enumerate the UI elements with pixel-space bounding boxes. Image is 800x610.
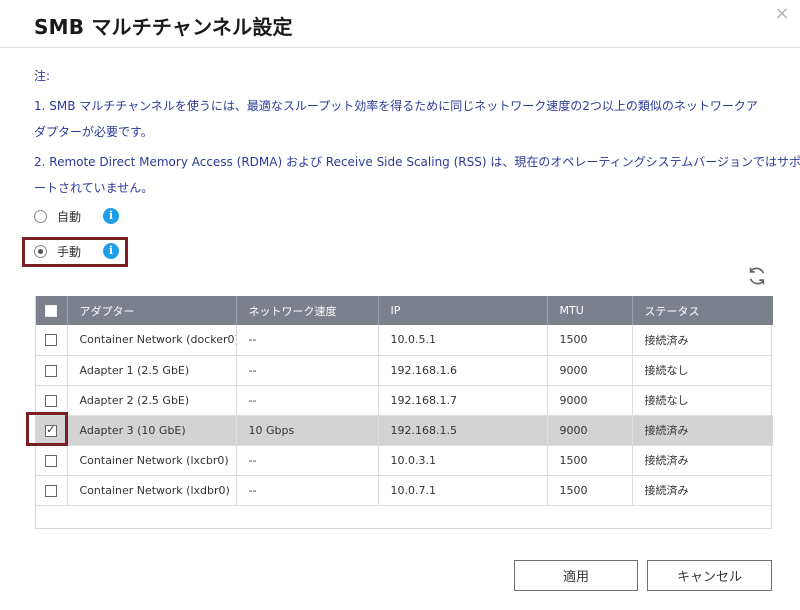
row-checkbox[interactable] xyxy=(45,454,58,467)
column-header-mtu[interactable]: MTU xyxy=(547,296,633,325)
adapter-cell: Adapter 1 (2.5 GbE) xyxy=(67,355,237,385)
note-1-line-2: ダプターが必要です。 xyxy=(34,125,153,139)
dialog-title: SMB マルチチャンネル設定 xyxy=(34,15,293,39)
manual-info-icon[interactable]: i xyxy=(103,243,120,259)
cancel-button[interactable]: キャンセル xyxy=(647,560,772,591)
manual-radio[interactable] xyxy=(34,244,47,258)
mtu-cell: 1500 xyxy=(547,325,633,355)
refresh-icon[interactable] xyxy=(746,265,768,287)
table-header-row: アダプター ネットワーク速度 IP MTU ステータス xyxy=(36,296,773,325)
row-checkbox[interactable] xyxy=(45,394,58,407)
select-all-cell[interactable] xyxy=(36,296,68,325)
column-header-adapter[interactable]: アダプター xyxy=(67,296,237,325)
row-checkbox-cell[interactable] xyxy=(36,475,68,505)
row-checkbox[interactable] xyxy=(45,364,58,377)
mtu-cell: 9000 xyxy=(547,415,633,445)
ip-cell: 192.168.1.6 xyxy=(378,355,548,385)
speed-cell: -- xyxy=(236,445,379,475)
adapter-table-container: アダプター ネットワーク速度 IP MTU ステータス Container Ne… xyxy=(35,296,773,529)
adapter-cell: Container Network (lxcbr0) xyxy=(67,445,237,475)
table-row[interactable]: Container Network (lxdbr0) -- 10.0.7.1 1… xyxy=(36,475,773,505)
mtu-cell: 1500 xyxy=(547,475,633,505)
row-checkbox-cell[interactable] xyxy=(36,355,68,385)
auto-label: 自動 xyxy=(57,209,82,224)
column-header-speed[interactable]: ネットワーク速度 xyxy=(236,296,379,325)
ip-cell: 192.168.1.7 xyxy=(378,385,548,415)
status-cell: 接続済み xyxy=(644,333,689,347)
apply-button[interactable]: 適用 xyxy=(514,560,638,591)
auto-radio[interactable] xyxy=(34,209,47,223)
mtu-cell: 9000 xyxy=(547,385,633,415)
adapter-cell: Adapter 3 (10 GbE) xyxy=(67,415,237,445)
status-cell: 接続済み xyxy=(644,484,689,497)
status-cell: 接続済み xyxy=(644,424,689,437)
row-checkbox[interactable] xyxy=(45,484,58,497)
row-checkbox-cell[interactable] xyxy=(36,325,68,355)
ip-cell: 192.168.1.5 xyxy=(378,415,548,445)
row-checkbox-cell[interactable] xyxy=(36,385,68,415)
table-row[interactable]: Container Network (lxcbr0) -- 10.0.3.1 1… xyxy=(36,445,773,475)
adapter-cell: Container Network (docker0) xyxy=(67,325,237,355)
ip-cell: 10.0.5.1 xyxy=(378,325,548,355)
speed-cell: 10 Gbps xyxy=(236,415,379,445)
table-row-selected[interactable]: Adapter 3 (10 GbE) 10 Gbps 192.168.1.5 9… xyxy=(36,415,773,445)
mode-auto-option[interactable]: 自動 i xyxy=(34,206,120,226)
speed-cell: -- xyxy=(236,355,379,385)
speed-cell: -- xyxy=(236,475,379,505)
ip-cell: 10.0.7.1 xyxy=(378,475,548,505)
adapter-table: アダプター ネットワーク速度 IP MTU ステータス Container Ne… xyxy=(36,296,773,506)
note-2-line-2: ートされていません。 xyxy=(34,181,154,195)
note-heading: 注: xyxy=(34,69,51,83)
ip-cell: 10.0.3.1 xyxy=(378,445,548,475)
checkbox-highlight-frame xyxy=(26,412,68,446)
table-row[interactable]: Adapter 1 (2.5 GbE) -- 192.168.1.6 9000 … xyxy=(36,355,773,385)
column-header-status[interactable]: ステータス xyxy=(632,296,773,325)
mtu-cell: 1500 xyxy=(547,445,633,475)
table-row[interactable]: Container Network (docker0) -- 10.0.5.1 … xyxy=(36,325,773,355)
note-1-line-1: 1. SMB マルチチャンネルを使うには、最適なスループット効率を得るために同じ… xyxy=(34,99,758,113)
select-all-checkbox[interactable] xyxy=(45,305,58,317)
status-cell: 接続済み xyxy=(644,454,689,467)
speed-cell: -- xyxy=(236,325,379,355)
status-cell: 接続なし xyxy=(644,364,689,377)
mtu-cell: 9000 xyxy=(547,355,633,385)
adapter-cell: Container Network (lxdbr0) xyxy=(67,475,237,505)
column-header-ip[interactable]: IP xyxy=(378,296,548,325)
close-icon[interactable]: × xyxy=(772,4,792,24)
mode-manual-option[interactable]: 手動 i xyxy=(34,241,120,261)
note-2-line-1: 2. Remote Direct Memory Access (RDMA) およ… xyxy=(34,155,800,169)
dialog-header: SMB マルチチャンネル設定 × xyxy=(0,0,800,48)
row-checkbox[interactable] xyxy=(45,334,58,347)
manual-label: 手動 xyxy=(57,244,82,259)
status-cell: 接続なし xyxy=(644,394,689,407)
table-row[interactable]: Adapter 2 (2.5 GbE) -- 192.168.1.7 9000 … xyxy=(36,385,773,415)
row-checkbox-cell[interactable] xyxy=(36,445,68,475)
auto-info-icon[interactable]: i xyxy=(103,208,120,224)
speed-cell: -- xyxy=(236,385,379,415)
adapter-cell: Adapter 2 (2.5 GbE) xyxy=(67,385,237,415)
